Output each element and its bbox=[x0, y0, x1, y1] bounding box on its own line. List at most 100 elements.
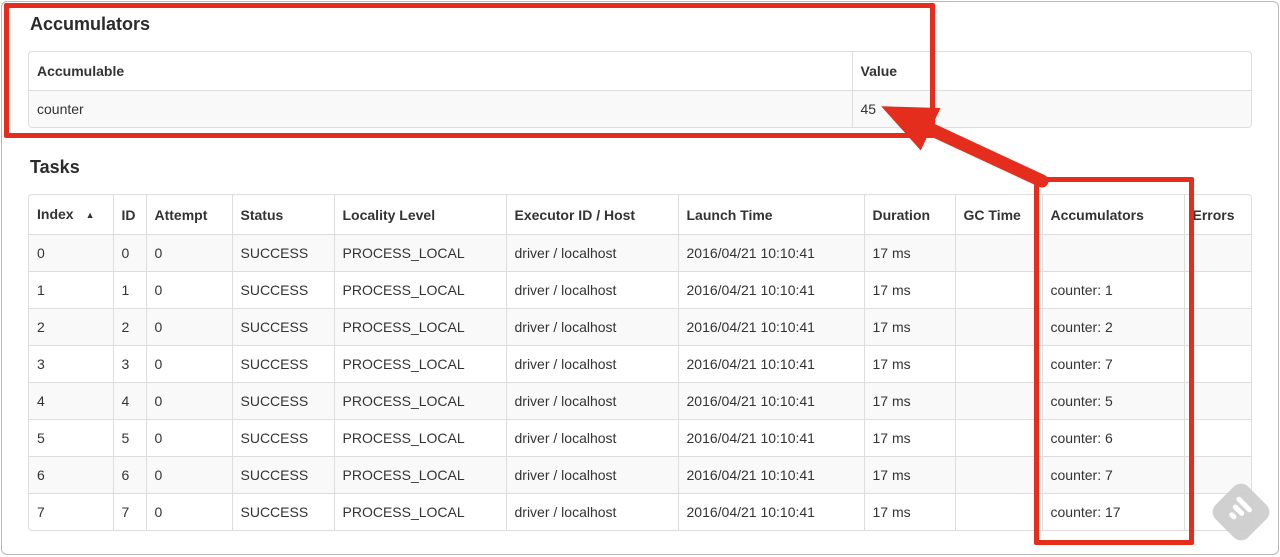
tasks-table-wrap: Index ▲ ID Attempt Status Locality Level Execu… bbox=[28, 194, 1252, 531]
cell-locality-level: PROCESS_LOCAL bbox=[333, 493, 506, 530]
table-row: 7 7 0 SUCCESS PROCESS_LOCAL driver / localhos… bbox=[29, 493, 1251, 530]
cell-status: SUCCESS bbox=[231, 493, 334, 530]
cell-errors bbox=[1183, 456, 1251, 494]
table-row: 3 3 0 SUCCESS PROCESS_LOCAL driver / localhos… bbox=[29, 345, 1251, 383]
column-header-accumulators[interactable]: Accumulators bbox=[1041, 195, 1184, 235]
cell-errors bbox=[1183, 419, 1251, 457]
cell-executor-id-host: driver / localhost bbox=[505, 493, 678, 530]
cell-launch-time: 2016/04/21 10:10:41 bbox=[677, 493, 864, 530]
cell-duration: 17 ms bbox=[863, 382, 955, 420]
cell-errors bbox=[1183, 308, 1251, 346]
cell-executor-id-host: driver / localhost bbox=[505, 382, 678, 420]
cell-duration: 17 ms bbox=[863, 345, 955, 383]
cell-attempt: 0 bbox=[145, 419, 232, 457]
cell-errors bbox=[1183, 234, 1251, 272]
cell-gc-time bbox=[954, 493, 1042, 530]
column-header-launch-time[interactable]: Launch Time bbox=[677, 195, 864, 235]
header-row: Accumulable Value bbox=[29, 52, 1251, 91]
cell-index: 6 bbox=[29, 456, 113, 494]
cell-executor-id-host: driver / localhost bbox=[505, 271, 678, 309]
cell-launch-time: 2016/04/21 10:10:41 bbox=[677, 419, 864, 457]
cell-locality-level: PROCESS_LOCAL bbox=[333, 234, 506, 272]
cell-status: SUCCESS bbox=[231, 419, 334, 457]
cell-attempt: 0 bbox=[145, 308, 232, 346]
cell-index: 4 bbox=[29, 382, 113, 420]
sort-ascending-icon: ▲ bbox=[85, 210, 95, 220]
cell-attempt: 0 bbox=[145, 493, 232, 530]
cell-status: SUCCESS bbox=[231, 345, 334, 383]
cell-locality-level: PROCESS_LOCAL bbox=[333, 271, 506, 309]
table-row: 4 4 0 SUCCESS PROCESS_LOCAL driver / localhos… bbox=[29, 382, 1251, 420]
cell-gc-time bbox=[954, 382, 1042, 420]
cell-executor-id-host: driver / localhost bbox=[505, 234, 678, 272]
cell-launch-time: 2016/04/21 10:10:41 bbox=[677, 345, 864, 383]
cell-index: 3 bbox=[29, 345, 113, 383]
cell-gc-time bbox=[954, 271, 1042, 309]
cell-accumulators: counter: 17 bbox=[1041, 493, 1184, 530]
cell-gc-time bbox=[954, 345, 1042, 383]
column-header-executor-id-host[interactable]: Executor ID / Host bbox=[505, 195, 678, 235]
cell-errors bbox=[1183, 271, 1251, 309]
cell-accumulators: counter: 7 bbox=[1041, 345, 1184, 383]
cell-index: 2 bbox=[29, 308, 113, 346]
cell-index: 0 bbox=[29, 234, 113, 272]
cell-value: 45 bbox=[851, 90, 1251, 127]
cell-attempt: 0 bbox=[145, 345, 232, 383]
cell-launch-time: 2016/04/21 10:10:41 bbox=[677, 456, 864, 494]
cell-executor-id-host: driver / localhost bbox=[505, 308, 678, 346]
column-header-accumulable[interactable]: Accumulable bbox=[29, 52, 852, 91]
cell-gc-time bbox=[954, 456, 1042, 494]
page-content: Accumulators Accumulable Value counter 45 T… bbox=[2, 2, 1278, 531]
cell-errors bbox=[1183, 382, 1251, 420]
cell-executor-id-host: driver / localhost bbox=[505, 345, 678, 383]
cell-status: SUCCESS bbox=[231, 308, 334, 346]
cell-index: 5 bbox=[29, 419, 113, 457]
cell-id: 1 bbox=[112, 271, 146, 309]
cell-id: 6 bbox=[112, 456, 146, 494]
cell-status: SUCCESS bbox=[231, 234, 334, 272]
cell-duration: 17 ms bbox=[863, 493, 955, 530]
column-header-index[interactable]: Index ▲ bbox=[29, 195, 113, 235]
cell-index: 7 bbox=[29, 493, 113, 530]
accumulators-table-wrap: Accumulable Value counter 45 bbox=[28, 51, 1252, 128]
cell-status: SUCCESS bbox=[231, 456, 334, 494]
cell-status: SUCCESS bbox=[231, 271, 334, 309]
column-header-locality-level[interactable]: Locality Level bbox=[333, 195, 506, 235]
cell-attempt: 0 bbox=[145, 456, 232, 494]
table-row: 6 6 0 SUCCESS PROCESS_LOCAL driver / localhos… bbox=[29, 456, 1251, 494]
cell-attempt: 0 bbox=[145, 271, 232, 309]
cell-launch-time: 2016/04/21 10:10:41 bbox=[677, 308, 864, 346]
tasks-section-title: Tasks bbox=[30, 157, 80, 177]
column-header-status[interactable]: Status bbox=[231, 195, 334, 235]
cell-gc-time bbox=[954, 234, 1042, 272]
table-row: counter 45 bbox=[29, 90, 1251, 127]
cell-accumulators bbox=[1041, 234, 1184, 272]
cell-duration: 17 ms bbox=[863, 419, 955, 457]
column-header-errors[interactable]: Errors bbox=[1183, 195, 1251, 235]
cell-duration: 17 ms bbox=[863, 308, 955, 346]
cell-accumulators: counter: 6 bbox=[1041, 419, 1184, 457]
cell-executor-id-host: driver / localhost bbox=[505, 456, 678, 494]
column-header-attempt[interactable]: Attempt bbox=[145, 195, 232, 235]
cell-duration: 17 ms bbox=[863, 234, 955, 272]
cell-locality-level: PROCESS_LOCAL bbox=[333, 456, 506, 494]
header-row: Index ▲ ID Attempt Status Locality Level Execu… bbox=[29, 195, 1251, 235]
cell-attempt: 0 bbox=[145, 234, 232, 272]
cell-id: 3 bbox=[112, 345, 146, 383]
tasks-table: Index ▲ ID Attempt Status Locality Level Execu… bbox=[29, 195, 1251, 530]
column-header-gc-time[interactable]: GC Time bbox=[954, 195, 1042, 235]
column-header-duration[interactable]: Duration bbox=[863, 195, 955, 235]
table-row: 2 2 0 SUCCESS PROCESS_LOCAL driver / localhos… bbox=[29, 308, 1251, 346]
cell-locality-level: PROCESS_LOCAL bbox=[333, 308, 506, 346]
column-header-id[interactable]: ID bbox=[112, 195, 146, 235]
column-header-value[interactable]: Value bbox=[851, 52, 1251, 91]
cell-accumulators: counter: 7 bbox=[1041, 456, 1184, 494]
cell-id: 2 bbox=[112, 308, 146, 346]
cell-gc-time bbox=[954, 419, 1042, 457]
cell-errors bbox=[1183, 345, 1251, 383]
cell-duration: 17 ms bbox=[863, 271, 955, 309]
accumulators-section-title: Accumulators bbox=[30, 14, 151, 34]
cell-locality-level: PROCESS_LOCAL bbox=[333, 419, 506, 457]
table-row: 1 1 0 SUCCESS PROCESS_LOCAL driver / localhos… bbox=[29, 271, 1251, 309]
cell-launch-time: 2016/04/21 10:10:41 bbox=[677, 382, 864, 420]
